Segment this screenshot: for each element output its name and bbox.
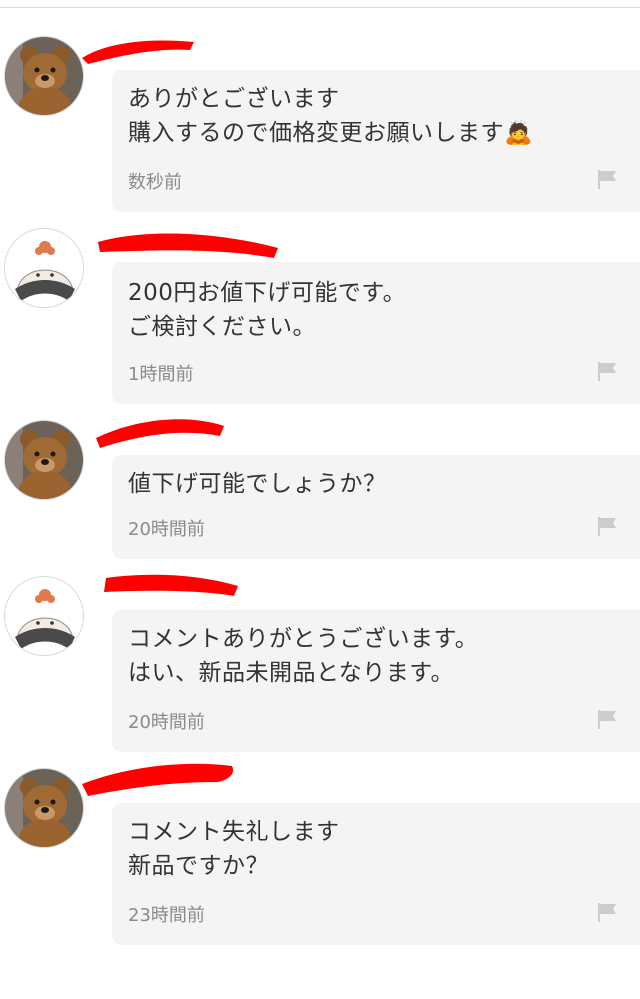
comment-time: 20時間前	[128, 519, 205, 540]
flag-icon[interactable]	[596, 360, 618, 382]
flag-icon[interactable]	[596, 515, 618, 537]
comment-bubble: 値下げ可能でしょうか？ 20時間前	[112, 455, 640, 559]
redacted-username	[82, 763, 234, 796]
flag-icon[interactable]	[596, 901, 618, 923]
comment-text: コメントありがとうございます。 はい、新品未開品となります。	[128, 626, 479, 686]
redacted-username	[96, 419, 224, 448]
bear-avatar-icon[interactable]	[4, 420, 84, 500]
comment-time: 20時間前	[128, 712, 205, 733]
comment-text: ありがとございます 購入するので価格変更お願いします🙇	[128, 86, 534, 146]
comment-time: 23時間前	[128, 905, 205, 926]
flag-icon[interactable]	[596, 168, 618, 190]
rice-ball-avatar-icon[interactable]	[4, 228, 84, 308]
comment-text: コメント失礼します 新品ですか？	[128, 819, 340, 879]
flag-icon[interactable]	[596, 708, 618, 730]
comment-text: 200円お値下げ可能です。 ご検討ください。	[128, 280, 407, 340]
comment-bubble: 200円お値下げ可能です。 ご検討ください。 1時間前	[112, 262, 640, 404]
comment-bubble: ありがとございます 購入するので価格変更お願いします🙇 数秒前	[112, 70, 640, 212]
comment-bubble: コメント失礼します 新品ですか？ 23時間前	[112, 803, 640, 945]
redacted-username	[82, 40, 194, 64]
comment-text: 値下げ可能でしょうか？	[128, 471, 387, 497]
bear-avatar-icon[interactable]	[4, 36, 84, 116]
comment-time: 数秒前	[128, 172, 182, 193]
comment-bubble: コメントありがとうございます。 はい、新品未開品となります。 20時間前	[112, 610, 640, 752]
bear-avatar-icon[interactable]	[4, 768, 84, 848]
redacted-username	[98, 233, 278, 258]
redacted-username	[104, 574, 238, 596]
comment-list: ありがとございます 購入するので価格変更お願いします🙇 数秒前 200円お値下げ…	[0, 0, 640, 999]
rice-ball-avatar-icon[interactable]	[4, 576, 84, 656]
comment-time: 1時間前	[128, 364, 194, 385]
